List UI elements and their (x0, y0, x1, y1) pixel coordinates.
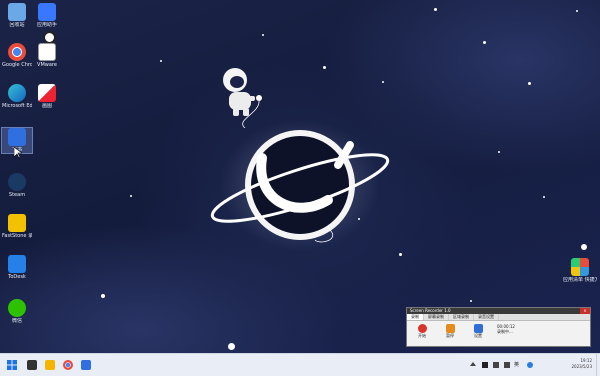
planet-logo-illustration (210, 120, 390, 250)
app-assistant-icon (38, 3, 56, 21)
desktop-icon-steam[interactable]: Steam (2, 173, 32, 198)
feishu-taskbar-icon[interactable] (81, 360, 91, 370)
chrome-taskbar-icon[interactable] (63, 360, 73, 370)
start-button[interactable]: 开始 (413, 324, 431, 338)
recorder-titlebar[interactable]: Screen Recorder 1.0 × (407, 308, 590, 314)
icon-label: FastStone 录屏 (2, 233, 32, 239)
star (576, 10, 578, 12)
desktop-icon-app-list[interactable]: 应用清单 快捷方式 (563, 258, 597, 283)
pause-label: 暂停 (446, 333, 454, 338)
recorder-controls: 开始 暂停 设置 00:00:12 录制中... (407, 321, 590, 341)
icon-label: 应用助手 (36, 22, 57, 28)
star (528, 82, 531, 85)
flag-icon[interactable] (482, 362, 488, 368)
star (498, 151, 500, 153)
todesk-icon (8, 255, 26, 273)
star (382, 81, 384, 83)
paint-icon (38, 84, 56, 102)
desktop-icon-recycle-bin[interactable]: 回收站 (2, 3, 32, 28)
desktop-icon-vmware[interactable]: VMware (32, 43, 62, 68)
show-desktop-button[interactable] (596, 354, 600, 376)
security-icon[interactable] (527, 362, 533, 368)
desktop-icon-chrome[interactable]: Google Chrome (2, 43, 32, 68)
settings-button[interactable]: 设置 (469, 324, 487, 338)
app-list-icon (571, 258, 589, 276)
star (101, 294, 105, 298)
tab-screen-record[interactable]: 屏幕录制 (424, 314, 449, 320)
tab-audio-settings[interactable]: 录音设置 (474, 314, 499, 320)
tab-region-record[interactable]: 区域录制 (449, 314, 474, 320)
star (543, 196, 545, 198)
pause-icon (445, 324, 455, 333)
icon-label: Steam (8, 192, 26, 198)
tab-record[interactable]: 录制 (407, 314, 424, 320)
star (130, 195, 132, 197)
icon-label: VMware (37, 62, 57, 68)
icon-label: 微信 (11, 318, 22, 324)
icon-label: 回收站 (9, 22, 25, 28)
start-label: 开始 (418, 333, 426, 338)
icon-label: ToDesk (8, 274, 26, 280)
windows-start-icon[interactable] (7, 360, 17, 370)
recorder-tabs: 录制 屏幕录制 区域录制 录音设置 (407, 314, 590, 321)
settings-label: 设置 (474, 333, 482, 338)
star (228, 343, 235, 350)
clock[interactable]: 19:12 2023/5/23 (571, 358, 592, 370)
desktop-icon-paint[interactable]: 画图 (32, 84, 62, 109)
desktop-icon-faststone[interactable]: FastStone 录屏 (2, 214, 32, 239)
icon-label: Google Chrome (2, 62, 32, 68)
desktop: 回收站 Google Chrome Microsoft Edge 飞书 Stea… (0, 0, 600, 353)
icon-label: Microsoft Edge (2, 103, 32, 109)
taskbar: 英 19:12 2023/5/23 (0, 353, 600, 376)
record-icon (417, 324, 427, 333)
star (470, 300, 472, 302)
pause-button[interactable]: 暂停 (441, 324, 459, 338)
icon-label: 应用清单 快捷方式 (563, 277, 597, 283)
steam-icon (8, 173, 26, 191)
star (483, 41, 486, 44)
status-text: 录制中... (497, 329, 513, 334)
monitor-icon (473, 324, 483, 333)
network-icon[interactable] (493, 362, 499, 368)
desktop-icon-app-assistant[interactable]: 应用助手 (32, 3, 62, 28)
star (434, 8, 437, 11)
recorder-title: Screen Recorder 1.0 (410, 308, 451, 313)
feishu-icon (8, 128, 26, 146)
star (581, 244, 587, 250)
star (323, 66, 326, 69)
desktop-icon-edge[interactable]: Microsoft Edge (2, 84, 32, 109)
desktop-icon-todesk[interactable]: ToDesk (2, 255, 32, 280)
star (160, 60, 162, 62)
recorder-status: 00:00:12 录制中... (497, 324, 515, 334)
mouse-cursor-icon (14, 147, 22, 159)
input-method-icon[interactable]: 英 (514, 362, 522, 368)
close-button[interactable]: × (580, 308, 590, 314)
vmware-icon (38, 43, 56, 61)
recorder-window[interactable]: Screen Recorder 1.0 × 录制 屏幕录制 区域录制 录音设置 … (406, 307, 591, 347)
volume-icon[interactable] (504, 362, 510, 368)
clock-date: 2023/5/23 (571, 364, 592, 369)
wechat-icon (8, 299, 26, 317)
task-view-icon[interactable] (27, 360, 37, 370)
chrome-icon (8, 43, 26, 61)
edge-icon (8, 84, 26, 102)
faststone-icon (8, 214, 26, 232)
chevron-up-icon[interactable] (470, 362, 476, 366)
icon-label: 画图 (41, 103, 52, 109)
star (262, 34, 264, 36)
desktop-icon-wechat[interactable]: 微信 (2, 299, 32, 324)
file-explorer-icon[interactable] (45, 360, 55, 370)
recycle-bin-icon (8, 3, 26, 21)
